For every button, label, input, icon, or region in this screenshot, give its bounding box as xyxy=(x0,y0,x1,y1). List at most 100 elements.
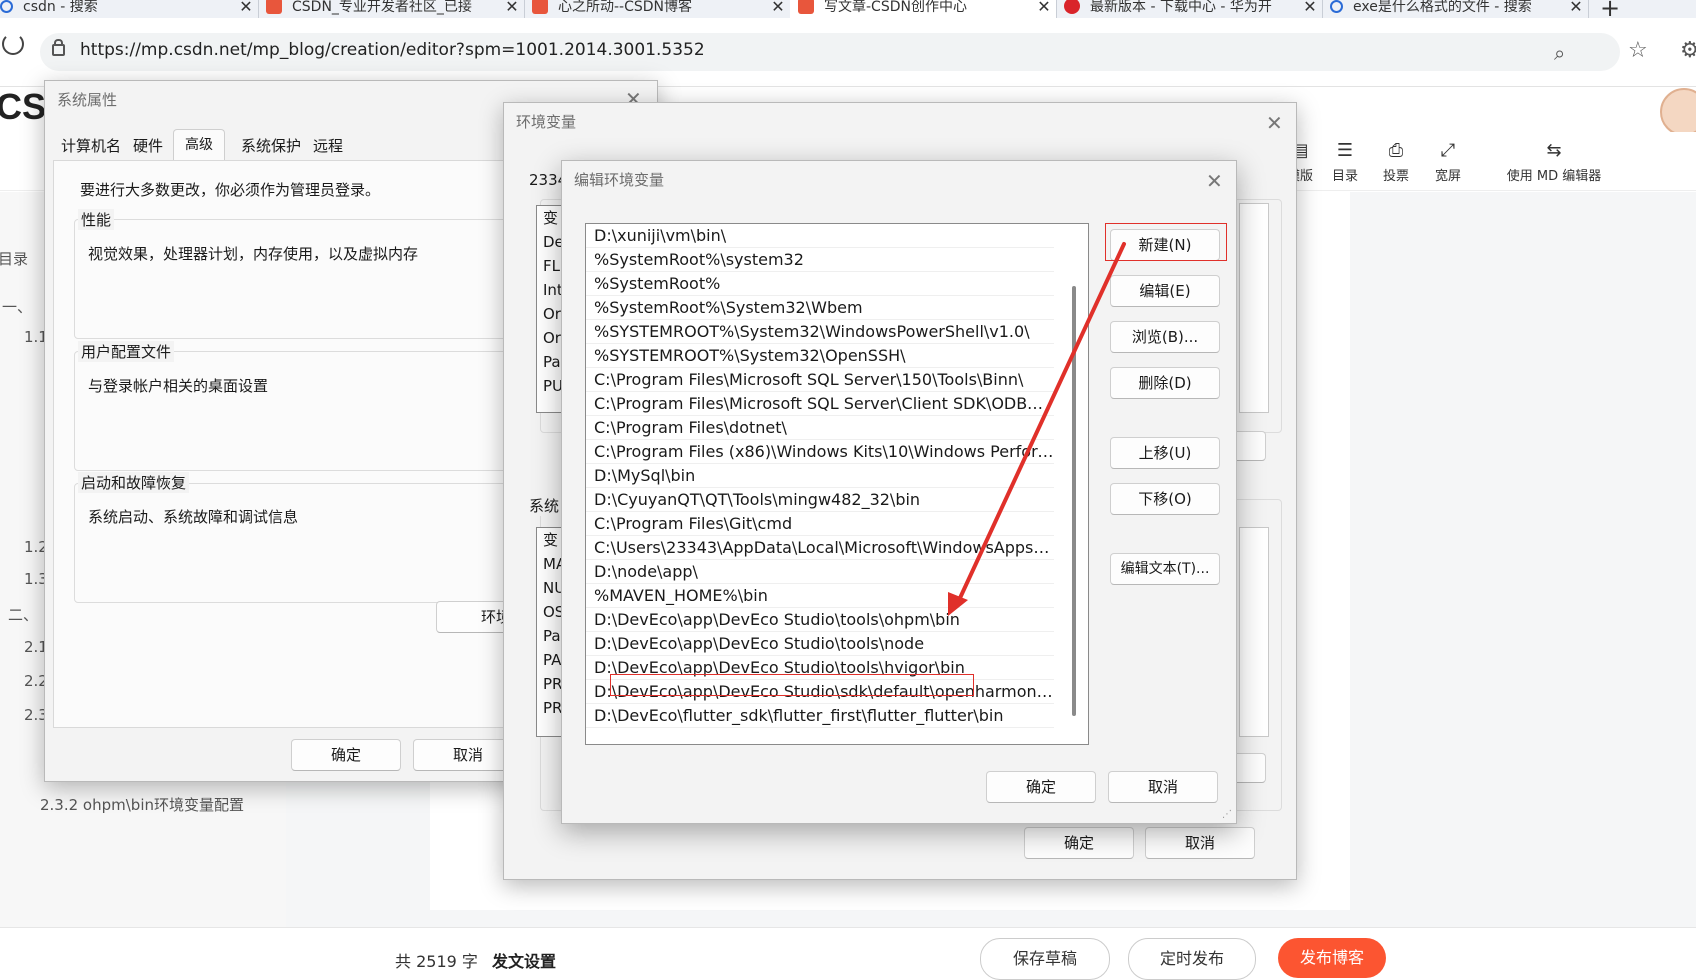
browse-button[interactable]: 浏览(B)... xyxy=(1110,321,1220,353)
path-item[interactable]: %SYSTEMROOT%\System32\OpenSSH\ xyxy=(586,344,1054,368)
browser-tab[interactable]: csdn - 搜索 ✕ xyxy=(0,0,259,18)
extensions-icon[interactable]: ⚙ xyxy=(1680,38,1696,63)
path-item[interactable]: %MAVEN_HOME%\bin xyxy=(586,584,1054,608)
ok-button[interactable]: 确定 xyxy=(291,739,401,771)
tab-title: csdn - 搜索 xyxy=(23,0,98,15)
browser-tab[interactable]: CSDN_专业开发者社区_已接 ✕ xyxy=(258,0,525,18)
path-item[interactable]: D:\MySql\bin xyxy=(586,464,1054,488)
path-item[interactable]: C:\Program Files\Microsoft SQL Server\Cl… xyxy=(586,392,1054,416)
close-icon[interactable]: ✕ xyxy=(766,0,790,16)
path-item[interactable]: C:\Program Files\Microsoft SQL Server\15… xyxy=(586,368,1054,392)
tab-hardware[interactable]: 硬件 xyxy=(133,135,163,156)
browser-tab[interactable]: 心之所动--CSDN博客 ✕ xyxy=(524,0,791,18)
tab-title: 心之所动--CSDN博客 xyxy=(558,0,693,15)
path-list[interactable]: D:\xuniji\vm\bin\ %SystemRoot%\system32 … xyxy=(585,223,1089,745)
ok-button[interactable]: 确定 xyxy=(986,771,1096,803)
group-label: 启动和故障恢复 xyxy=(78,472,190,493)
tab-remote[interactable]: 远程 xyxy=(313,135,343,156)
toolbar-label: 宽屏 xyxy=(1434,169,1461,184)
system-list-scrollbar[interactable] xyxy=(1239,527,1269,737)
avatar[interactable] xyxy=(1660,88,1696,136)
schedule-publish-button[interactable]: 定时发布 xyxy=(1128,938,1256,980)
bookmark-star-icon[interactable]: ☆ xyxy=(1628,38,1648,63)
new-tab-button[interactable]: + xyxy=(1600,0,1620,18)
toc-title: 目录 xyxy=(0,250,29,268)
path-item[interactable]: D:\node\app\ xyxy=(586,560,1054,584)
delete-button[interactable]: 删除(D) xyxy=(1110,367,1220,399)
admin-note: 要进行大多数更改，你必须作为管理员登录。 xyxy=(80,181,381,199)
path-item[interactable]: %SystemRoot% xyxy=(586,272,1054,296)
path-item[interactable]: C:\Program Files\dotnet\ xyxy=(586,416,1054,440)
close-icon[interactable]: ✕ xyxy=(1564,0,1588,16)
toolbar-md-editor-button[interactable]: ⇆ 使用 MD 编辑器 xyxy=(1494,140,1614,184)
group-label: 性能 xyxy=(78,209,115,230)
browser-tab-active[interactable]: 写文章-CSDN创作中心 ✕ xyxy=(790,0,1057,18)
close-icon[interactable]: ✕ xyxy=(500,0,524,16)
dialog-title: 系统属性 xyxy=(57,91,118,109)
tab-title: 写文章-CSDN创作中心 xyxy=(824,0,967,15)
csdn-icon xyxy=(798,0,814,14)
edit-button[interactable]: 编辑(E) xyxy=(1110,275,1220,307)
close-icon[interactable]: ✕ xyxy=(1032,0,1056,16)
search-icon xyxy=(0,0,13,13)
toolbar-label: 使用 MD 编辑器 xyxy=(1506,169,1602,184)
user-list-scrollbar[interactable] xyxy=(1239,203,1269,413)
toolbar-vote-button[interactable]: ⎙ 投票 xyxy=(1366,140,1426,184)
publish-button[interactable]: 发布博客 xyxy=(1278,938,1386,978)
toc-item[interactable]: 二、 xyxy=(8,604,38,625)
tab-title: 最新版本 - 下载中心 - 华为开 xyxy=(1090,0,1272,15)
path-item[interactable]: C:\Program Files (x86)\Windows Kits\10\W… xyxy=(586,440,1054,464)
publish-settings-label[interactable]: 发文设置 xyxy=(492,948,556,972)
ok-button[interactable]: 确定 xyxy=(1024,827,1134,859)
lock-icon[interactable] xyxy=(52,39,65,56)
edit-environment-variable-dialog: 编辑环境变量 ✕ D:\xuniji\vm\bin\ %SystemRoot%\… xyxy=(561,160,1237,824)
path-item[interactable]: D:\DevEco\app\DevEco Studio\tools\node xyxy=(586,632,1054,656)
browser-tab[interactable]: 最新版本 - 下载中心 - 华为开 ✕ xyxy=(1056,0,1323,18)
close-icon[interactable]: ✕ xyxy=(1266,111,1283,135)
zoom-icon[interactable]: ⌕ xyxy=(1554,41,1565,65)
system-variables-label: 系统 xyxy=(526,495,563,516)
tab-system-protection[interactable]: 系统保护 xyxy=(241,135,301,156)
path-item[interactable]: %SystemRoot%\System32\Wbem xyxy=(586,296,1054,320)
path-item[interactable]: D:\xuniji\vm\bin\ xyxy=(586,224,1054,248)
cancel-button[interactable]: 取消 xyxy=(1108,771,1218,803)
toolbar-label: 投票 xyxy=(1382,169,1409,184)
reload-icon[interactable] xyxy=(2,33,24,55)
move-down-button[interactable]: 下移(O) xyxy=(1110,483,1220,515)
md-editor-icon: ⇆ xyxy=(1546,140,1562,161)
toolbar-widescreen-button[interactable]: ⤢ 宽屏 xyxy=(1418,140,1478,184)
huawei-icon xyxy=(1064,0,1080,14)
save-draft-button[interactable]: 保存草稿 xyxy=(980,938,1110,980)
path-item[interactable]: D:\CyuyanQT\QT\Tools\mingw482_32\bin xyxy=(586,488,1054,512)
search-icon xyxy=(1330,0,1343,13)
tab-advanced[interactable]: 高级 xyxy=(173,129,225,162)
path-item[interactable]: %SYSTEMROOT%\System32\WindowsPowerShell\… xyxy=(586,320,1054,344)
close-icon[interactable]: ✕ xyxy=(1206,169,1223,193)
url-text[interactable]: https://mp.csdn.net/mp_blog/creation/edi… xyxy=(80,40,705,60)
highlight-box xyxy=(610,674,974,696)
tab-title: exe是什么格式的文件 - 搜索 xyxy=(1353,0,1532,15)
bottom-action-bar xyxy=(0,927,1696,960)
close-icon[interactable]: ✕ xyxy=(234,0,258,16)
path-item[interactable]: D:\DevEco\flutter_sdk\flutter_first\flut… xyxy=(586,704,1054,728)
path-list-scrollbar[interactable] xyxy=(1072,286,1076,716)
resize-grip-icon[interactable]: ⋰ xyxy=(1222,809,1232,820)
path-item-highlighted[interactable]: D:\DevEco\app\DevEco Studio\tools\ohpm\b… xyxy=(586,608,1054,632)
path-item[interactable]: %SystemRoot%\system32 xyxy=(586,248,1054,272)
group-description: 视觉效果，处理器计划，内存使用，以及虚拟内存 xyxy=(88,245,419,263)
close-icon[interactable]: ✕ xyxy=(1298,0,1322,16)
edit-text-button[interactable]: 编辑文本(T)... xyxy=(1110,553,1220,585)
browser-tab[interactable]: exe是什么格式的文件 - 搜索 ✕ xyxy=(1322,0,1589,18)
browser-tab-strip: csdn - 搜索 ✕ CSDN_专业开发者社区_已接 ✕ 心之所动--CSDN… xyxy=(0,0,1696,18)
dialog-title: 编辑环境变量 xyxy=(574,171,665,189)
highlight-box xyxy=(1105,223,1227,261)
move-up-button[interactable]: 上移(U) xyxy=(1110,437,1220,469)
toc-item[interactable]: 2.3.2 ohpm\bin环境变量配置 xyxy=(40,794,244,815)
tab-computer-name[interactable]: 计算机名 xyxy=(61,135,121,156)
cancel-button[interactable]: 取消 xyxy=(1145,827,1255,859)
path-item[interactable]: C:\Users\23343\AppData\Local\Microsoft\W… xyxy=(586,536,1054,560)
toc-item[interactable]: 一、 xyxy=(2,296,32,317)
path-item[interactable]: C:\Program Files\Git\cmd xyxy=(586,512,1054,536)
tab-title: CSDN_专业开发者社区_已接 xyxy=(292,0,472,15)
group-description: 与登录帐户相关的桌面设置 xyxy=(88,377,269,395)
